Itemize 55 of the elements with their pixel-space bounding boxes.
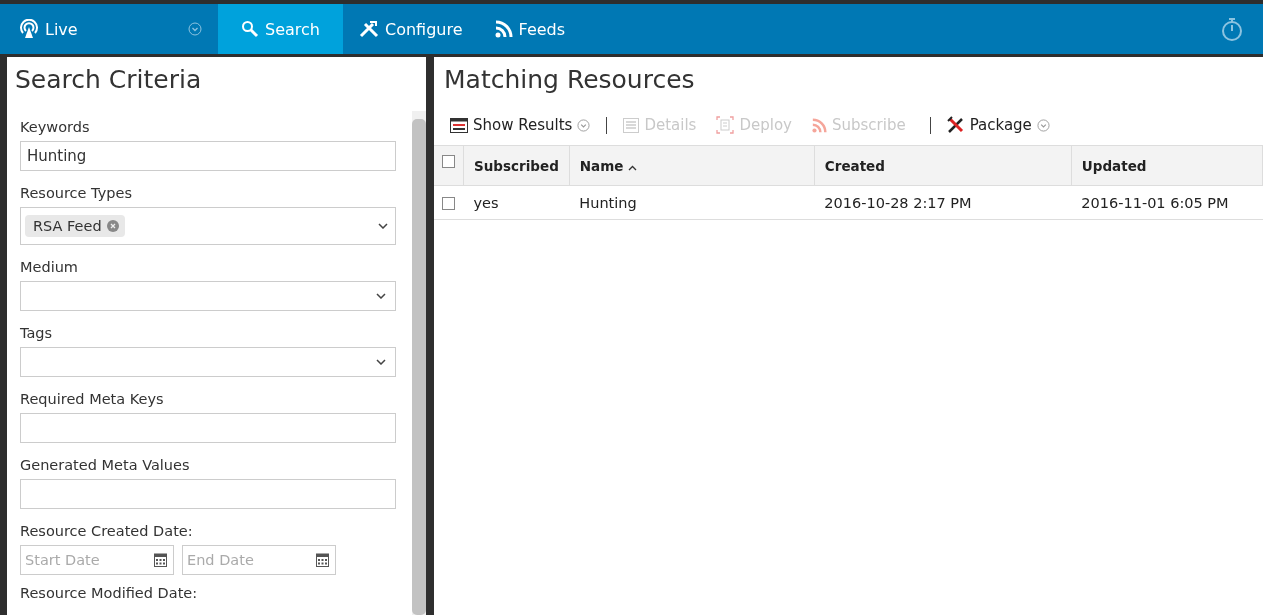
table-cell: 2016-11-01 6:05 PM xyxy=(1071,185,1263,220)
sort-ascending-icon xyxy=(628,164,638,171)
dropdown-icon xyxy=(188,22,202,36)
field-label: Resource Modified Date: xyxy=(20,584,199,603)
tag-label: RSA Feed xyxy=(33,218,102,234)
column-header[interactable]: Created xyxy=(814,145,1072,186)
select-field[interactable] xyxy=(20,281,396,311)
field-label: Resource Types xyxy=(20,184,133,203)
checkbox[interactable] xyxy=(442,154,455,168)
calendar-icon[interactable] xyxy=(316,552,329,567)
nav-tab[interactable]: Feeds xyxy=(478,4,582,54)
list-icon xyxy=(450,117,468,133)
stopwatch-icon[interactable] xyxy=(1221,16,1243,42)
dropdown-icon xyxy=(577,118,591,132)
panel-title: Search Criteria xyxy=(14,64,203,96)
table-cell: 2016-10-28 2:17 PM xyxy=(814,185,1072,220)
date-field[interactable]: Start Date xyxy=(20,545,174,575)
tools-icon xyxy=(359,20,379,38)
toolbar-button[interactable]: Package xyxy=(942,116,1054,134)
chevron-down-icon xyxy=(376,359,386,365)
chevron-down-icon xyxy=(376,293,386,299)
field-label: Tags xyxy=(20,324,54,343)
tag-select-field[interactable]: RSA Feed xyxy=(20,207,396,245)
remove-icon[interactable] xyxy=(106,220,119,232)
scrollbar-thumb[interactable] xyxy=(412,119,426,615)
table-cell: yes xyxy=(463,185,570,220)
text-field[interactable] xyxy=(20,479,396,509)
field-label: Generated Meta Values xyxy=(20,456,191,475)
column-header[interactable]: Subscribed xyxy=(463,145,570,186)
panel-title: Matching Resources xyxy=(443,64,696,96)
deploy-icon xyxy=(716,116,735,134)
rss-icon xyxy=(811,117,827,133)
rss-icon xyxy=(494,20,513,38)
field-label: Medium xyxy=(20,258,79,277)
dropdown-icon xyxy=(1036,118,1050,132)
date-field[interactable]: End Date xyxy=(182,545,336,575)
checkbox[interactable] xyxy=(442,197,455,210)
field-label: Keywords xyxy=(20,118,91,137)
text-field[interactable]: Hunting xyxy=(20,141,396,171)
nav-tab[interactable]: Live xyxy=(7,4,218,54)
nav-tab[interactable]: Configure xyxy=(343,4,479,54)
toolbar-button[interactable]: Show Results xyxy=(446,116,595,134)
column-header[interactable]: Name xyxy=(569,145,815,186)
document-icon xyxy=(623,117,640,133)
table-cell: Hunting xyxy=(569,185,815,220)
text-field[interactable] xyxy=(20,413,396,443)
field-label: Required Meta Keys xyxy=(20,390,165,409)
select-field[interactable] xyxy=(20,347,396,377)
field-label: Resource Created Date: xyxy=(20,522,194,541)
broadcast-icon xyxy=(19,19,39,39)
tools-icon xyxy=(946,116,965,134)
search-icon xyxy=(241,20,259,38)
calendar-icon[interactable] xyxy=(154,552,167,567)
column-header[interactable]: Updated xyxy=(1071,145,1263,186)
chevron-down-icon xyxy=(378,223,388,229)
